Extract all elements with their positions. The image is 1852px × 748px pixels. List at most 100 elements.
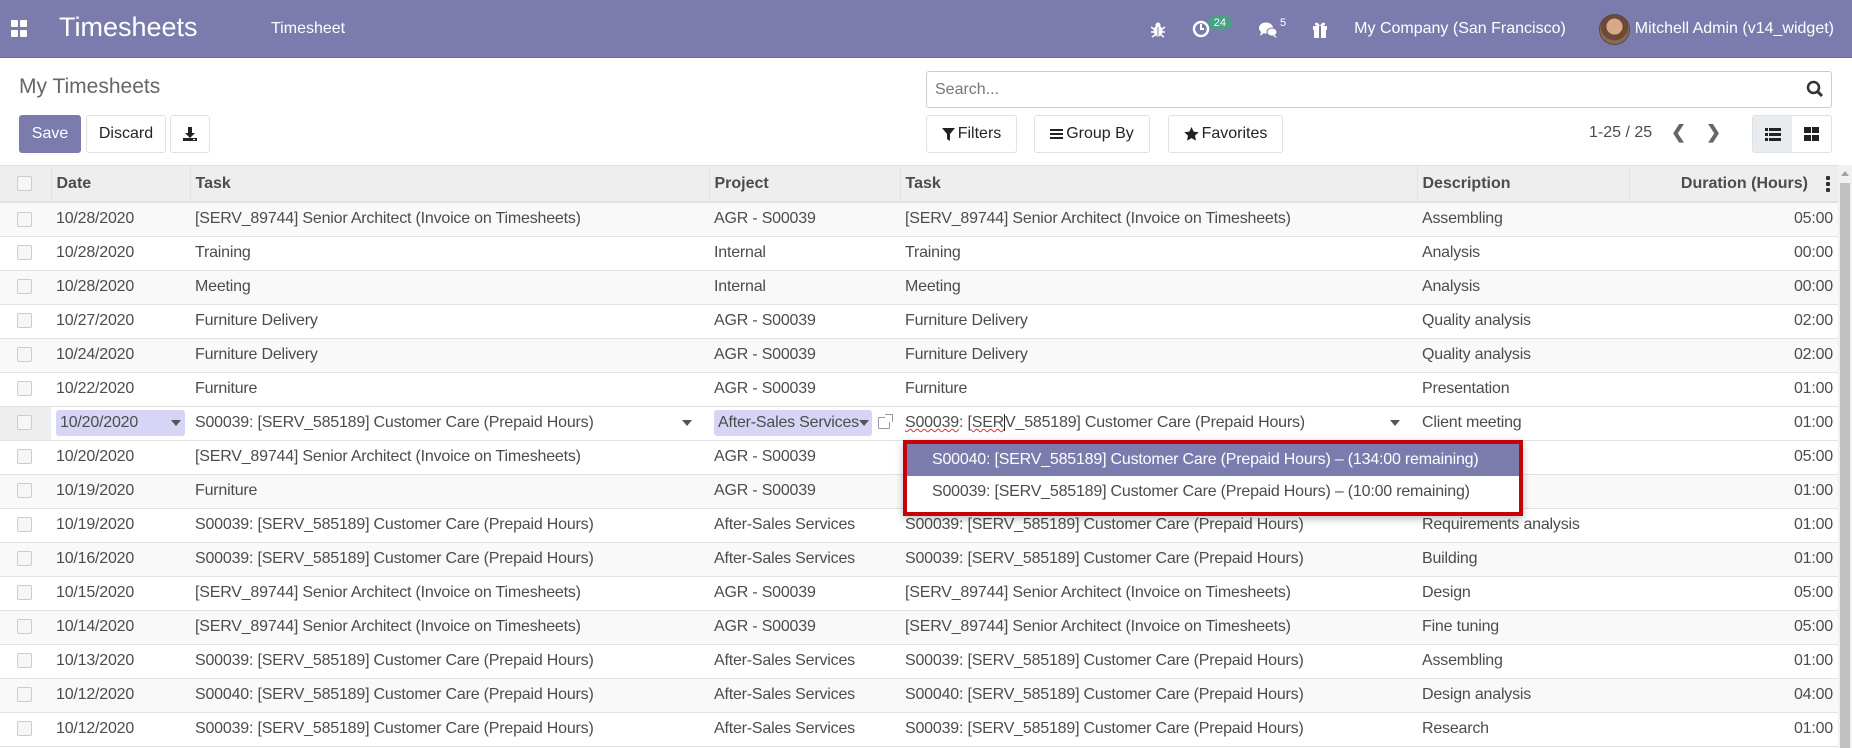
autocomplete-option[interactable]: S00040: [SERV_585189] Customer Care (Pre… <box>907 444 1519 476</box>
list-view-button[interactable] <box>1753 116 1792 152</box>
description-cell[interactable]: Assembling <box>1417 202 1629 237</box>
row-checkbox[interactable] <box>17 381 32 397</box>
task2-cell[interactable]: Training <box>900 236 1417 271</box>
row-checkbox[interactable] <box>17 313 32 329</box>
duration-cell[interactable]: 01:00 <box>1629 474 1838 509</box>
task2-cell[interactable]: [SERV_89744] Senior Architect (Invoice o… <box>900 610 1417 645</box>
project-dropdown-caret-icon[interactable] <box>859 420 870 426</box>
project-cell[interactable]: After-Sales Services <box>709 508 900 543</box>
external-link-icon[interactable] <box>878 414 893 429</box>
date-input[interactable]: 10/20/2020 <box>56 410 185 436</box>
menu-timesheet[interactable]: Timesheet <box>271 20 345 38</box>
table-row[interactable]: 10/27/2020 Furniture Delivery AGR - S00039… <box>0 304 1838 339</box>
project-cell[interactable]: After-Sales Services <box>709 542 900 577</box>
duration-cell[interactable]: 01:00 <box>1629 508 1838 543</box>
project-cell[interactable]: AGR - S00039 <box>709 610 900 645</box>
task-cell[interactable]: Furniture <box>190 474 709 509</box>
date-cell[interactable]: 10/19/2020 <box>51 508 190 543</box>
task-cell[interactable]: [SERV_89744] Senior Architect (Invoice o… <box>190 202 709 237</box>
description-cell[interactable]: Building <box>1417 542 1629 577</box>
duration-cell[interactable]: 01:00 <box>1629 712 1838 747</box>
project-cell[interactable]: AGR - S00039 <box>709 304 900 339</box>
row-checkbox[interactable] <box>17 245 32 261</box>
task2-cell[interactable]: Meeting <box>900 270 1417 305</box>
apps-menu-icon[interactable] <box>11 20 28 37</box>
description-cell[interactable]: Fine tuning <box>1417 610 1629 645</box>
project-cell[interactable]: AGR - S00039 <box>709 576 900 611</box>
pager-value[interactable]: 1-25 / 25 <box>1589 124 1652 142</box>
table-row[interactable]: 10/28/2020 Training Internal Training Analys… <box>0 236 1838 271</box>
project-cell[interactable]: Internal <box>709 236 900 271</box>
task-cell[interactable]: Training <box>190 236 709 271</box>
task-many2one-input[interactable]: S00039: [SERV_585189] Customer Care (Pre… <box>195 410 704 436</box>
favorites-button[interactable]: Favorites <box>1168 115 1283 153</box>
task-cell[interactable]: S00039: [SERV_585189] Customer Care (Pre… <box>190 712 709 747</box>
date-cell[interactable]: 10/12/2020 <box>51 678 190 713</box>
project-cell[interactable]: AGR - S00039 <box>709 440 900 475</box>
task2-cell[interactable]: S00039: [SERV_585189] Customer Care (Pre… <box>900 542 1417 577</box>
column-header-project[interactable]: Project <box>708 166 900 203</box>
table-row-editing[interactable]: 10/20/2020 S00039: [SERV_585189] Custome… <box>0 406 1838 441</box>
project-cell[interactable]: Internal <box>709 270 900 305</box>
duration-cell[interactable]: 00:00 <box>1629 236 1838 271</box>
project-cell[interactable]: After-Sales Services <box>709 712 900 747</box>
task-cell[interactable]: Furniture Delivery <box>190 338 709 373</box>
table-row[interactable]: 10/24/2020 Furniture Delivery AGR - S00039… <box>0 338 1838 373</box>
autocomplete-option[interactable]: S00039: [SERV_585189] Customer Care (Pre… <box>907 476 1519 508</box>
column-header-task-2[interactable]: Task <box>899 166 1417 203</box>
description-cell[interactable]: Quality analysis <box>1417 338 1629 373</box>
task-cell[interactable]: S00040: [SERV_585189] Customer Care (Pre… <box>190 678 709 713</box>
date-cell[interactable]: 10/22/2020 <box>51 372 190 407</box>
task2-cell[interactable]: Furniture <box>900 372 1417 407</box>
task2-cell[interactable]: [SERV_89744] Senior Architect (Invoice o… <box>900 576 1417 611</box>
row-checkbox[interactable] <box>17 653 32 669</box>
description-cell[interactable]: Design <box>1417 576 1629 611</box>
user-menu[interactable]: Mitchell Admin (v14_widget) <box>1598 13 1834 45</box>
duration-cell[interactable]: 05:00 <box>1629 610 1838 645</box>
row-checkbox[interactable] <box>17 211 32 227</box>
row-checkbox[interactable] <box>17 619 32 635</box>
task2-cell[interactable]: S00040: [SERV_585189] Customer Care (Pre… <box>900 678 1417 713</box>
table-row[interactable]: 10/12/2020 S00039: [SERV_585189] Customer… <box>0 712 1838 747</box>
search-icon[interactable] <box>1806 80 1824 98</box>
date-cell[interactable]: 10/19/2020 <box>51 474 190 509</box>
pager-next-chevron-right-icon[interactable]: ❯ <box>1706 122 1721 143</box>
date-cell[interactable]: 10/24/2020 <box>51 338 190 373</box>
column-header-task[interactable]: Task <box>189 166 709 203</box>
task-cell[interactable]: S00039: [SERV_585189] Customer Care (Pre… <box>190 542 709 577</box>
duration-cell[interactable]: 02:00 <box>1629 304 1838 339</box>
search-input[interactable] <box>927 72 1787 107</box>
task2-cell[interactable]: S00039: [SERV_585189] Customer Care (Pre… <box>900 644 1417 679</box>
row-checkbox[interactable] <box>17 517 32 533</box>
description-cell[interactable]: Quality analysis <box>1417 304 1629 339</box>
description-cell[interactable]: Presentation <box>1417 372 1629 407</box>
row-checkbox[interactable] <box>17 483 32 499</box>
duration-input[interactable]: 01:00 <box>1634 410 1833 436</box>
debug-bug-icon[interactable] <box>1150 21 1166 38</box>
date-cell[interactable]: 10/14/2020 <box>51 610 190 645</box>
table-row[interactable]: 10/28/2020 Meeting Internal Meeting Analysis… <box>0 270 1838 305</box>
table-row[interactable]: 10/16/2020 S00039: [SERV_585189] Customer… <box>0 542 1838 577</box>
description-cell[interactable]: Design analysis <box>1417 678 1629 713</box>
row-checkbox[interactable] <box>17 347 32 363</box>
kanban-view-button[interactable] <box>1792 116 1831 152</box>
project-many2one-input[interactable]: After-Sales Services <box>714 410 873 436</box>
duration-cell[interactable]: 00:00 <box>1629 270 1838 305</box>
pager-previous-chevron-left-icon[interactable]: ❮ <box>1671 122 1686 143</box>
row-checkbox[interactable] <box>17 415 32 431</box>
project-cell[interactable]: AGR - S00039 <box>709 338 900 373</box>
table-row[interactable]: 10/14/2020 [SERV_89744] Senior Architect … <box>0 610 1838 645</box>
task2-dropdown-caret-icon[interactable] <box>1390 420 1400 426</box>
task2-cell[interactable]: [SERV_89744] Senior Architect (Invoice o… <box>900 202 1417 237</box>
messages-chat-icon[interactable]: 5 <box>1258 17 1286 38</box>
vertical-scrollbar[interactable] <box>1838 165 1852 748</box>
date-cell[interactable]: 10/27/2020 <box>51 304 190 339</box>
table-row[interactable]: 10/22/2020 Furniture AGR - S00039 Furniture… <box>0 372 1838 407</box>
export-download-button[interactable] <box>170 115 210 153</box>
table-row[interactable]: 10/13/2020 S00039: [SERV_585189] Customer… <box>0 644 1838 679</box>
date-cell[interactable]: 10/28/2020 <box>51 202 190 237</box>
filters-button[interactable]: Filters <box>926 115 1017 153</box>
duration-cell[interactable]: 04:00 <box>1629 678 1838 713</box>
duration-cell[interactable]: 05:00 <box>1629 576 1838 611</box>
description-cell[interactable]: Research <box>1417 712 1629 747</box>
